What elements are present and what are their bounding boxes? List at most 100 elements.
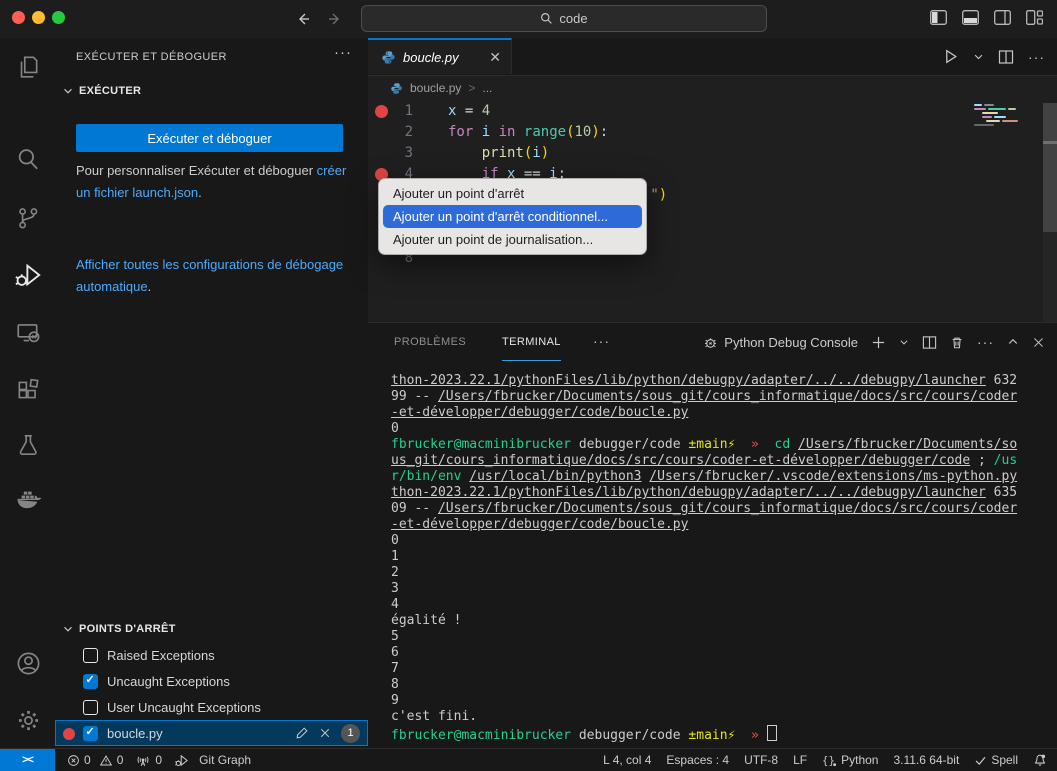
terminal-text: -et-développer/debugger/code/boucle.py	[391, 517, 688, 532]
breakpoint-row[interactable]: boucle.py1	[55, 720, 368, 746]
tab-terminal[interactable]: TERMINAL	[502, 323, 561, 361]
kill-terminal-trash-icon[interactable]	[950, 335, 964, 350]
breadcrumb-symbol[interactable]: ...	[482, 81, 492, 95]
new-terminal-icon[interactable]	[871, 335, 886, 350]
terminal-output[interactable]: thon-2023.22.1/pythonFiles/lib/python/de…	[391, 373, 1045, 741]
terminal-line: 2	[391, 565, 1045, 581]
line-number[interactable]: 1	[368, 101, 413, 122]
tab-problems[interactable]: PROBLÈMES	[394, 323, 466, 360]
run-file-icon[interactable]	[942, 48, 959, 65]
run-dropdown-chevron-icon[interactable]	[973, 51, 984, 62]
context-menu-item[interactable]: Ajouter un point de journalisation...	[383, 228, 642, 251]
section-executer[interactable]: EXÉCUTER	[61, 84, 141, 98]
editor-more-actions-icon[interactable]: ···	[1028, 49, 1045, 65]
remove-breakpoint-icon[interactable]	[319, 727, 331, 739]
docker-icon[interactable]	[13, 485, 43, 515]
python-interpreter-status[interactable]: 3.11.6 64-bit	[893, 753, 959, 767]
breakpoint-row[interactable]: Raised Exceptions	[55, 642, 368, 668]
terminal-text	[735, 728, 751, 743]
back-arrow-icon[interactable]	[292, 8, 314, 30]
breadcrumb[interactable]: boucle.py > ...	[368, 75, 1057, 101]
remote-explorer-icon[interactable]	[13, 318, 43, 348]
panel-header: PROBLÈMES TERMINAL ··· Python Debug Cons…	[368, 323, 1057, 361]
sidebar-title: EXÉCUTER ET DÉBOGUER	[76, 51, 227, 63]
breakpoint-row[interactable]: User Uncaught Exceptions	[55, 694, 368, 720]
terminal-line: thon-2023.22.1/pythonFiles/lib/python/de…	[391, 485, 1045, 501]
breakpoint-checkbox[interactable]	[83, 674, 98, 689]
tab-close-icon[interactable]: ✕	[489, 49, 501, 66]
scrollbar-thumb[interactable]	[1043, 103, 1057, 232]
line-number[interactable]: 3	[368, 143, 413, 164]
terminal-text: r/bin/env	[391, 469, 461, 484]
editor-scrollbar[interactable]	[1043, 103, 1057, 324]
terminal-cursor	[767, 725, 777, 741]
customize-layout-icon[interactable]	[1026, 10, 1043, 25]
close-panel-icon[interactable]	[1032, 336, 1045, 349]
terminal-text: /Users/fbrucker/Documents/sous_git/cours…	[438, 501, 1017, 516]
split-editor-icon[interactable]	[998, 49, 1014, 65]
panel-more-actions-icon[interactable]: ···	[977, 334, 994, 350]
panel-more-tabs-icon[interactable]: ···	[593, 333, 610, 349]
ports-status[interactable]: 0	[135, 753, 162, 767]
remote-indicator[interactable]: ><	[0, 749, 55, 771]
settings-gear-icon[interactable]	[13, 705, 43, 735]
tab-boucle-py[interactable]: boucle.py ✕	[368, 38, 512, 74]
breakpoint-checkbox[interactable]	[83, 700, 98, 715]
breakpoint-checkbox[interactable]	[83, 648, 98, 663]
toggle-sidebar-icon[interactable]	[930, 10, 947, 25]
terminal-line: 6	[391, 645, 1045, 661]
terminal-instance-label[interactable]: Python Debug Console	[703, 335, 858, 350]
macos-minimize-button[interactable]	[32, 11, 45, 24]
terminal-text	[759, 437, 775, 452]
sidebar-more-icon[interactable]: ···	[334, 44, 352, 61]
notifications-bell[interactable]	[1033, 753, 1047, 767]
eol-status[interactable]: LF	[793, 753, 807, 767]
problems-status[interactable]: 0 0	[67, 753, 123, 767]
source-control-icon[interactable]	[13, 203, 43, 233]
breakpoint-row[interactable]: Uncaught Exceptions	[55, 668, 368, 694]
run-and-debug-button[interactable]: Exécuter et déboguer	[76, 124, 343, 152]
indentation-status[interactable]: Espaces : 4	[666, 753, 729, 767]
git-graph-status[interactable]: Git Graph	[174, 753, 251, 768]
toggle-secondary-sidebar-icon[interactable]	[994, 10, 1011, 25]
spell-status[interactable]: Spell	[974, 753, 1018, 767]
code-text: x = 4	[448, 101, 490, 122]
section-breakpoints[interactable]: POINTS D'ARRÊT	[61, 622, 176, 636]
terminal-dropdown-chevron-icon[interactable]	[899, 337, 909, 347]
forward-arrow-icon[interactable]	[324, 8, 346, 30]
edit-pencil-icon[interactable]	[295, 726, 309, 740]
context-menu-item[interactable]: Ajouter un point d'arrêt	[383, 182, 642, 205]
section-breakpoints-label: POINTS D'ARRÊT	[79, 623, 176, 635]
explorer-icon[interactable]	[13, 52, 43, 82]
macos-zoom-button[interactable]	[52, 11, 65, 24]
split-terminal-icon[interactable]	[922, 335, 937, 350]
line-number[interactable]: 2	[368, 122, 413, 143]
command-center-search[interactable]: code	[361, 5, 767, 32]
terminal-line: 0	[391, 421, 1045, 437]
terminal-line: 9	[391, 693, 1045, 709]
breakpoint-checkbox[interactable]	[83, 726, 98, 741]
minimap[interactable]	[974, 104, 1040, 128]
macos-close-button[interactable]	[12, 11, 25, 24]
account-icon[interactable]	[13, 648, 43, 678]
toggle-panel-icon[interactable]	[962, 10, 979, 25]
breadcrumb-file[interactable]: boucle.py	[410, 81, 461, 95]
terminal-text: 99 --	[391, 389, 438, 404]
terminal-text: ;	[970, 453, 993, 468]
show-debug-configs-link[interactable]: Afficher toutes les configurations de dé…	[76, 257, 343, 294]
debug-alt-icon	[174, 753, 189, 768]
python-file-icon	[381, 50, 396, 65]
run-and-debug-icon[interactable]	[13, 260, 43, 290]
terminal-line: 3	[391, 581, 1045, 597]
cursor-position-status[interactable]: L 4, col 4	[603, 753, 651, 767]
terminal-text: 635	[986, 485, 1017, 500]
testing-icon[interactable]	[13, 430, 43, 460]
context-menu-item[interactable]: Ajouter un point d'arrêt conditionnel...	[383, 205, 642, 228]
search-sidebar-icon[interactable]	[13, 144, 43, 174]
terminal-text: 3	[391, 581, 399, 596]
extensions-icon[interactable]	[13, 375, 43, 405]
encoding-status[interactable]: UTF-8	[744, 753, 778, 767]
code-line: 1 x = 4	[368, 101, 1057, 122]
language-status[interactable]: {} Python	[822, 753, 878, 767]
maximize-panel-icon[interactable]	[1007, 336, 1019, 348]
